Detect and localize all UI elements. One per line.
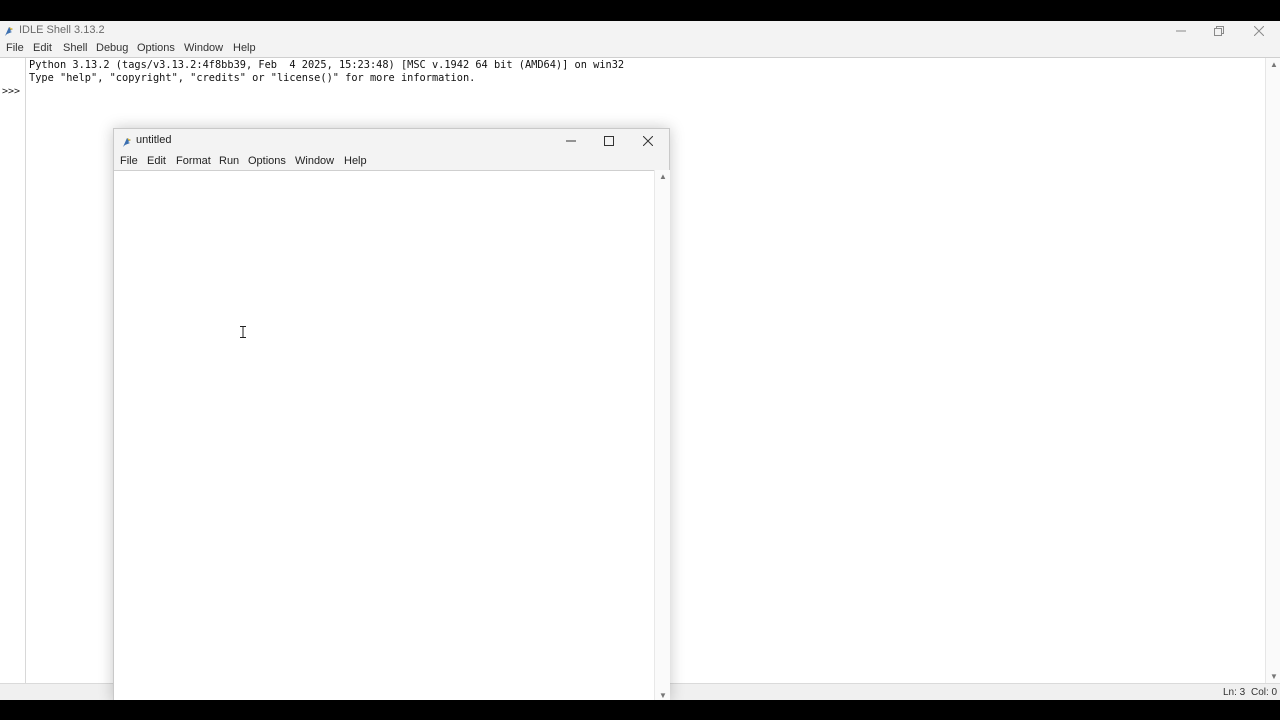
shell-menu-help[interactable]: Help <box>233 42 256 54</box>
editor-menu-window[interactable]: Window <box>295 155 334 167</box>
shell-menu-shell[interactable]: Shell <box>63 42 87 54</box>
shell-menu-options[interactable]: Options <box>137 42 175 54</box>
shell-window-title: IDLE Shell 3.13.2 <box>19 24 105 36</box>
editor-menu-format[interactable]: Format <box>176 155 211 167</box>
scroll-down-icon[interactable]: ▼ <box>1270 672 1278 681</box>
scroll-down-icon[interactable]: ▼ <box>659 691 667 700</box>
editor-scrollbar[interactable]: ▲ ▼ <box>654 170 670 701</box>
shell-menu-debug[interactable]: Debug <box>96 42 128 54</box>
editor-menu-options[interactable]: Options <box>248 155 286 167</box>
letterbox-bottom <box>0 700 1280 720</box>
editor-window: untitled File Edit Format Run Options Wi… <box>113 128 670 702</box>
python-feather-icon <box>3 24 15 36</box>
shell-scrollbar[interactable]: ▲ ▼ <box>1265 58 1280 684</box>
shell-close-button[interactable] <box>1240 21 1278 40</box>
editor-maximize-button[interactable] <box>589 129 629 152</box>
maximize-icon <box>604 135 614 146</box>
shell-menu-file[interactable]: File <box>6 42 24 54</box>
editor-menu-run[interactable]: Run <box>219 155 239 167</box>
editor-menubar: File Edit Format Run Options Window Help <box>114 152 669 170</box>
shell-menu-window[interactable]: Window <box>184 42 223 54</box>
editor-close-button[interactable] <box>628 129 668 152</box>
shell-menu-edit[interactable]: Edit <box>33 42 52 54</box>
scroll-up-icon[interactable]: ▲ <box>1270 60 1278 69</box>
letterbox-top <box>0 0 1280 21</box>
shell-minimize-button[interactable] <box>1162 21 1200 40</box>
minimize-icon <box>1176 30 1186 31</box>
banner-line-2: Type "help", "copyright", "credits" or "… <box>29 72 476 84</box>
editor-window-title: untitled <box>136 134 172 146</box>
minimize-icon <box>566 140 576 141</box>
scroll-up-icon[interactable]: ▲ <box>659 172 667 181</box>
status-col: Col: 0 <box>1251 687 1278 698</box>
python-feather-icon <box>121 135 133 147</box>
shell-restore-button[interactable] <box>1200 21 1238 40</box>
shell-prompt: >>> <box>2 86 21 97</box>
restore-icon <box>1214 25 1224 36</box>
banner-line-1: Python 3.13.2 (tags/v3.13.2:4f8bb39, Feb… <box>29 59 625 71</box>
editor-menu-edit[interactable]: Edit <box>147 155 166 167</box>
close-icon <box>643 135 653 146</box>
close-icon <box>1254 25 1264 36</box>
status-line: Ln: 3 <box>1223 687 1246 698</box>
prompt-gutter: >>> <box>0 58 26 684</box>
editor-text-area[interactable] <box>114 170 654 702</box>
text-cursor-icon <box>240 325 246 338</box>
editor-minimize-button[interactable] <box>551 129 591 152</box>
editor-menu-help[interactable]: Help <box>344 155 367 167</box>
editor-menu-file[interactable]: File <box>120 155 138 167</box>
editor-titlebar[interactable]: untitled <box>114 129 669 152</box>
shell-menubar: File Edit Shell Debug Options Window Hel… <box>0 40 1280 57</box>
shell-titlebar[interactable]: IDLE Shell 3.13.2 <box>0 21 1280 40</box>
shell-banner: Python 3.13.2 (tags/v3.13.2:4f8bb39, Feb… <box>29 59 624 85</box>
